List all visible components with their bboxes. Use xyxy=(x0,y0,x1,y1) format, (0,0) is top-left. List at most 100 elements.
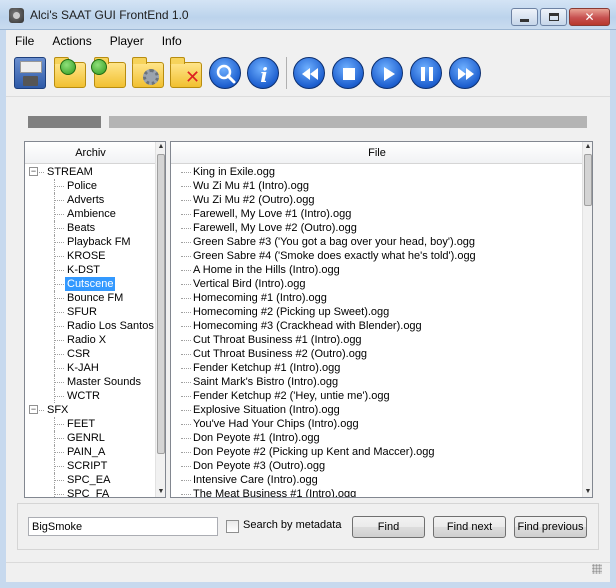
file-list-item[interactable]: Don Peyote #3 (Outro).ogg xyxy=(171,459,583,473)
file-list-item[interactable]: Green Sabre #3 ('You got a bag over your… xyxy=(171,235,583,249)
collapse-icon[interactable]: − xyxy=(29,167,38,176)
tree-item[interactable]: Radio X xyxy=(25,333,156,347)
tree-item[interactable]: Cutscene xyxy=(25,277,156,291)
folder-delete-icon[interactable]: ✕ xyxy=(170,57,202,88)
resize-grip-icon[interactable] xyxy=(592,564,602,574)
menu-info[interactable]: Info xyxy=(153,30,191,51)
tree-item[interactable]: K-JAH xyxy=(25,361,156,375)
file-name: Explosive Situation (Intro).ogg xyxy=(193,404,340,416)
tree-item[interactable]: CSR xyxy=(25,347,156,361)
play-icon[interactable] xyxy=(371,57,403,89)
tree-item[interactable]: Adverts xyxy=(25,193,156,207)
tree-item[interactable]: − SFX xyxy=(25,403,156,417)
folder-forward-icon[interactable] xyxy=(91,57,126,88)
file-list-item[interactable]: Intensive Care (Intro).ogg xyxy=(171,473,583,487)
archive-column-header[interactable]: Archiv xyxy=(25,142,156,164)
tree-connector xyxy=(54,214,64,215)
tree-item-label: KROSE xyxy=(67,250,106,262)
save-icon[interactable] xyxy=(14,57,46,89)
tree-item[interactable]: SFUR xyxy=(25,305,156,319)
file-list-item[interactable]: Homecoming #2 (Picking up Sweet).ogg xyxy=(171,305,583,319)
tree-item[interactable]: Radio Los Santos xyxy=(25,319,156,333)
find-previous-button[interactable]: Find previous xyxy=(514,516,587,538)
tree-item[interactable]: SPC_FA xyxy=(25,487,156,497)
file-list-item[interactable]: Saint Mark's Bistro (Intro).ogg xyxy=(171,375,583,389)
tree-item[interactable]: Beats xyxy=(25,221,156,235)
scrollbar-thumb[interactable] xyxy=(157,154,165,454)
tree-item[interactable]: Playback FM xyxy=(25,235,156,249)
tree-item[interactable]: Bounce FM xyxy=(25,291,156,305)
file-list-panel[interactable]: File King in Exile.ogg Wu Zi Mu #1 (Intro… xyxy=(170,141,593,498)
file-name: Homecoming #3 (Crackhead with Blender).o… xyxy=(193,320,422,332)
playback-progress-bar[interactable] xyxy=(109,116,587,128)
file-list-item[interactable]: Vertical Bird (Intro).ogg xyxy=(171,277,583,291)
tree-connector xyxy=(181,340,191,341)
scroll-up-icon[interactable]: ▲ xyxy=(584,143,592,151)
menu-actions[interactable]: Actions xyxy=(43,30,100,51)
file-list-item[interactable]: Cut Throat Business #1 (Intro).ogg xyxy=(171,333,583,347)
file-list-item[interactable]: Fender Ketchup #1 (Intro).ogg xyxy=(171,361,583,375)
tree-item[interactable]: PAIN_A xyxy=(25,445,156,459)
file-list-item[interactable]: The Meat Business #1 (Intro).ogg xyxy=(171,487,583,497)
tree-item[interactable]: KROSE xyxy=(25,249,156,263)
archive-tree-scrollbar[interactable]: ▲ ▼ xyxy=(155,142,165,497)
find-next-button[interactable]: Find next xyxy=(433,516,506,538)
maximize-button[interactable] xyxy=(540,8,567,26)
search-by-metadata-label[interactable]: Search by metadata xyxy=(243,519,341,531)
tree-item[interactable]: GENRL xyxy=(25,431,156,445)
stop-icon[interactable] xyxy=(332,57,364,89)
search-input[interactable] xyxy=(28,517,218,536)
file-list-item[interactable]: Explosive Situation (Intro).ogg xyxy=(171,403,583,417)
fast-forward-icon[interactable] xyxy=(449,57,481,89)
scrollbar-thumb[interactable] xyxy=(584,154,592,206)
find-button[interactable]: Find xyxy=(352,516,425,538)
folder-refresh-icon[interactable] xyxy=(54,57,86,88)
title-bar[interactable]: Alci's SAAT GUI FrontEnd 1.0 ✕ xyxy=(0,0,616,30)
file-list-item[interactable]: Homecoming #3 (Crackhead with Blender).o… xyxy=(171,319,583,333)
scroll-down-icon[interactable]: ▼ xyxy=(584,488,592,496)
menu-player[interactable]: Player xyxy=(101,30,153,51)
tree-item[interactable]: − STREAM xyxy=(25,165,156,179)
close-button[interactable]: ✕ xyxy=(569,8,610,26)
tree-item[interactable]: FEET xyxy=(25,417,156,431)
file-list-item[interactable]: Don Peyote #2 (Picking up Kent and Macce… xyxy=(171,445,583,459)
folder-settings-icon[interactable] xyxy=(132,57,164,88)
tree-connector xyxy=(54,228,64,229)
tree-item[interactable]: Master Sounds xyxy=(25,375,156,389)
file-list-item[interactable]: Farewell, My Love #1 (Intro).ogg xyxy=(171,207,583,221)
file-list-item[interactable]: Homecoming #1 (Intro).ogg xyxy=(171,291,583,305)
scroll-down-icon[interactable]: ▼ xyxy=(157,488,165,496)
pause-icon[interactable] xyxy=(410,57,442,89)
file-list-item[interactable]: Fender Ketchup #2 ('Hey, untie me').ogg xyxy=(171,389,583,403)
file-column-header[interactable]: File xyxy=(171,142,583,164)
file-list-item[interactable]: King in Exile.ogg xyxy=(171,165,583,179)
file-list-item[interactable]: Wu Zi Mu #2 (Outro).ogg xyxy=(171,193,583,207)
tree-item[interactable]: SPC_EA xyxy=(25,473,156,487)
tree-item[interactable]: WCTR xyxy=(25,389,156,403)
minimize-button[interactable] xyxy=(511,8,538,26)
file-list-item[interactable]: Wu Zi Mu #1 (Intro).ogg xyxy=(171,179,583,193)
search-by-metadata-checkbox[interactable] xyxy=(226,520,239,533)
tree-item[interactable]: K-DST xyxy=(25,263,156,277)
tree-item[interactable]: Ambience xyxy=(25,207,156,221)
info-icon[interactable]: i xyxy=(247,57,279,89)
file-list-item[interactable]: Farewell, My Love #2 (Outro).ogg xyxy=(171,221,583,235)
tree-item[interactable]: Police xyxy=(25,179,156,193)
file-list-item[interactable]: Don Peyote #1 (Intro).ogg xyxy=(171,431,583,445)
menu-file[interactable]: File xyxy=(6,30,43,51)
file-list-scrollbar[interactable]: ▲ ▼ xyxy=(582,142,592,497)
search-icon[interactable] xyxy=(209,57,241,89)
file-list-item[interactable]: You've Had Your Chips (Intro).ogg xyxy=(171,417,583,431)
collapse-icon[interactable]: − xyxy=(29,405,38,414)
file-list-item[interactable]: Green Sabre #4 ('Smoke does exactly what… xyxy=(171,249,583,263)
file-name: You've Had Your Chips (Intro).ogg xyxy=(193,418,359,430)
file-name: Wu Zi Mu #2 (Outro).ogg xyxy=(193,194,315,206)
tree-item[interactable]: SCRIPT xyxy=(25,459,156,473)
menu-bar: File Actions Player Info xyxy=(6,30,610,51)
scroll-up-icon[interactable]: ▲ xyxy=(157,143,165,151)
app-icon[interactable] xyxy=(9,8,24,23)
rewind-icon[interactable] xyxy=(293,57,325,89)
file-list-item[interactable]: Cut Throat Business #2 (Outro).ogg xyxy=(171,347,583,361)
archive-tree-panel[interactable]: Archiv − STREAM Police Adverts Ambience Beats… xyxy=(24,141,166,498)
file-list-item[interactable]: A Home in the Hills (Intro).ogg xyxy=(171,263,583,277)
